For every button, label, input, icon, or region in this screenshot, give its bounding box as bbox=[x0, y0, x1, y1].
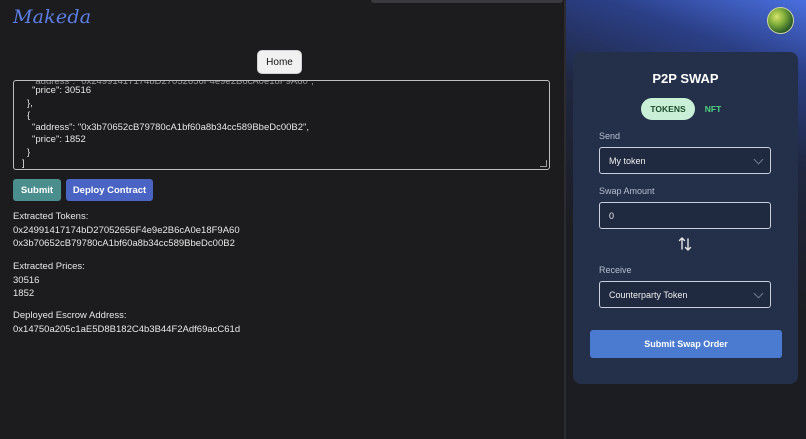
home-button[interactable]: Home bbox=[258, 51, 301, 73]
app-logo[interactable]: Makeda bbox=[13, 6, 91, 28]
user-avatar[interactable] bbox=[767, 7, 794, 34]
deploy-contract-button[interactable]: Deploy Contract bbox=[66, 179, 153, 201]
json-line: "address": "0x3b70652cB79780cA1bf60a8b34… bbox=[32, 122, 310, 133]
tokens-heading: Extracted Tokens: bbox=[13, 211, 89, 222]
swap-card: P2P SWAP TOKENS NFT Send My token Swap A… bbox=[573, 52, 798, 384]
token-address: 0x24991417174bD27052656F4e9e2B6cA0e18F9A… bbox=[13, 225, 240, 236]
send-value: My token bbox=[609, 155, 646, 166]
receive-label: Receive bbox=[599, 265, 632, 275]
tab-tokens[interactable]: TOKENS bbox=[641, 98, 695, 120]
json-line: "price": 1852 bbox=[32, 134, 86, 145]
prices-heading: Extracted Prices: bbox=[13, 261, 85, 272]
swap-title: P2P SWAP bbox=[652, 71, 719, 86]
chevron-down-icon bbox=[753, 154, 764, 165]
send-select[interactable]: My token bbox=[599, 147, 771, 174]
json-line: "price": 30516 bbox=[32, 85, 92, 96]
json-line: }, bbox=[27, 98, 33, 109]
json-line: { bbox=[27, 110, 31, 121]
top-scroll-indicator bbox=[371, 0, 563, 3]
submit-swap-order-button[interactable]: Submit Swap Order bbox=[590, 330, 782, 358]
token-address: 0x3b70652cB79780cA1bf60a8b34cc589BbeDc00… bbox=[13, 238, 235, 249]
textarea-resize-handle[interactable] bbox=[540, 160, 547, 167]
price-value: 1852 bbox=[13, 288, 35, 299]
escrow-address: 0x14750a205c1aE5D8B182C4b3B44F2Adf69acC6… bbox=[13, 324, 241, 335]
submit-button[interactable]: Submit bbox=[13, 179, 61, 201]
send-label: Send bbox=[599, 131, 621, 141]
swap-amount-value: 0 bbox=[609, 210, 615, 221]
receive-select[interactable]: Counterparty Token bbox=[599, 281, 771, 308]
json-line: ] bbox=[22, 158, 25, 169]
receive-value: Counterparty Token bbox=[609, 289, 688, 300]
swap-amount-input[interactable]: 0 bbox=[599, 202, 771, 229]
swap-arrows-icon[interactable] bbox=[676, 235, 694, 253]
tab-nft[interactable]: NFT bbox=[701, 98, 725, 120]
json-input-textarea[interactable]: "address": "0x24991417174bD27052656F4e9e… bbox=[13, 80, 550, 170]
swap-amount-label: Swap Amount bbox=[599, 186, 655, 196]
chevron-down-icon bbox=[753, 288, 764, 299]
json-line: } bbox=[27, 147, 31, 158]
escrow-heading: Deployed Escrow Address: bbox=[13, 310, 127, 321]
price-value: 30516 bbox=[13, 275, 40, 286]
